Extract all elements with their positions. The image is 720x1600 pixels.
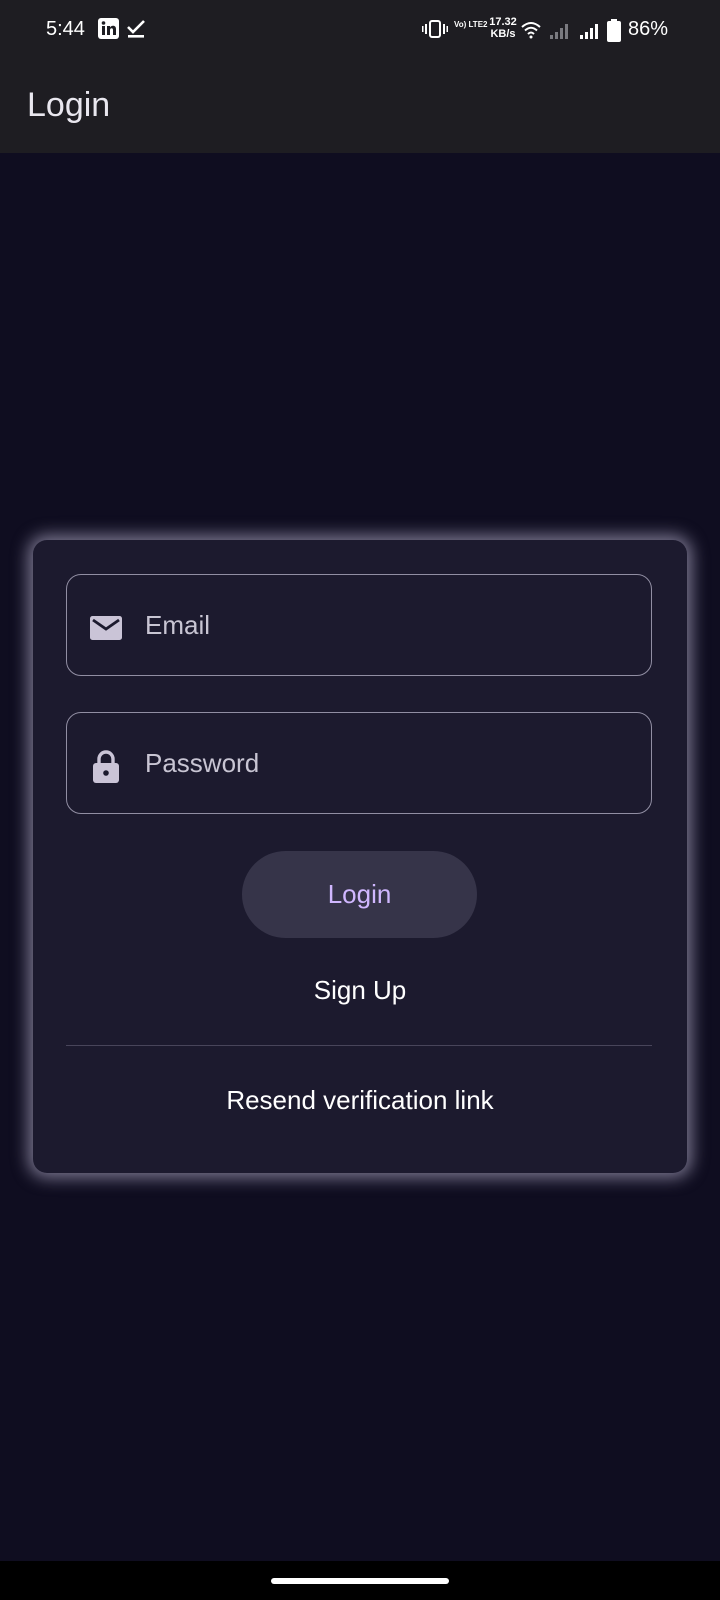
resend-verification-link[interactable]: Resend verification link bbox=[33, 1085, 687, 1116]
login-button[interactable]: Login bbox=[242, 851, 477, 938]
password-field[interactable]: Password bbox=[66, 712, 652, 814]
battery-icon bbox=[607, 19, 621, 42]
signal-icon-2 bbox=[580, 24, 598, 39]
navigation-bar bbox=[0, 1561, 720, 1600]
signal-icon-1 bbox=[550, 24, 568, 39]
signup-link[interactable]: Sign Up bbox=[33, 975, 687, 1006]
status-bar: 5:44 Vo) LTE2 17.32 KB/s 86% bbox=[0, 0, 720, 62]
network-speed-unit: KB/s bbox=[490, 28, 516, 40]
gesture-handle[interactable] bbox=[271, 1578, 449, 1584]
network-speed: 17.32 KB/s bbox=[486, 16, 520, 40]
battery-percent: 86% bbox=[628, 18, 669, 40]
password-placeholder: Password bbox=[145, 748, 260, 778]
network-speed-value: 17.32 bbox=[489, 16, 517, 28]
login-card: Email Password Login Sign Up Resend veri… bbox=[33, 540, 687, 1173]
email-icon bbox=[90, 616, 122, 640]
vibrate-icon bbox=[422, 20, 448, 38]
app-bar: Login bbox=[0, 62, 720, 153]
linkedin-icon bbox=[98, 18, 119, 39]
volte-label: Vo) LTE2 bbox=[454, 20, 488, 29]
page-title: Login bbox=[27, 86, 111, 124]
email-field[interactable]: Email bbox=[66, 574, 652, 676]
status-time: 5:44 bbox=[46, 18, 85, 40]
divider bbox=[66, 1045, 652, 1046]
wifi-icon bbox=[521, 22, 541, 39]
email-placeholder: Email bbox=[145, 610, 211, 640]
login-button-label: Login bbox=[327, 879, 392, 909]
lock-icon bbox=[93, 750, 119, 783]
checkmark-icon bbox=[127, 20, 145, 38]
